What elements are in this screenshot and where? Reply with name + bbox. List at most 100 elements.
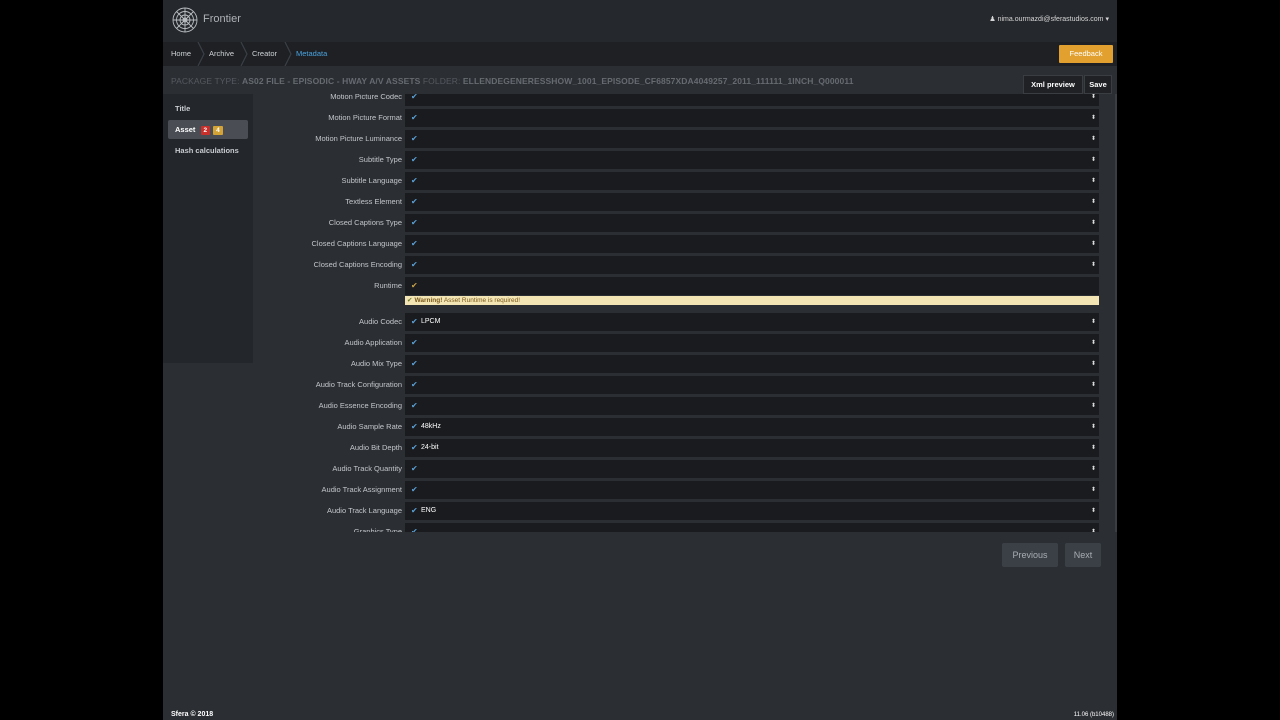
form-row-audio-application: Audio Application ✔ ⬍: [253, 334, 1110, 355]
warning-text: Asset Runtime is required!: [443, 297, 521, 304]
sidebar-item-hash-calculations[interactable]: Hash calculations: [168, 141, 248, 160]
form-row-runtime: Runtime ✔: [253, 277, 1110, 298]
select-arrows-icon: ⬍: [1090, 115, 1096, 121]
motion-picture-luminance-select[interactable]: ✔ ⬍: [405, 130, 1099, 148]
field-label: Audio Track Quantity: [332, 464, 402, 473]
check-icon: ✔: [411, 443, 418, 452]
field-label: Motion Picture Codec: [330, 94, 402, 101]
form-row-graphics-type: Graphics Type ✔ ⬍: [253, 523, 1110, 532]
subtitle-type-select[interactable]: ✔ ⬍: [405, 151, 1099, 169]
xml-preview-button[interactable]: Xml preview: [1023, 75, 1083, 94]
check-icon: ✔: [411, 94, 418, 101]
breadcrumb-creator[interactable]: Creator: [252, 42, 277, 66]
select-arrows-icon: ⬍: [1090, 199, 1096, 205]
copyright: Sfera © 2018: [171, 711, 214, 718]
check-icon: ✔: [411, 401, 418, 410]
select-arrows-icon: ⬍: [1090, 382, 1096, 388]
closed-captions-type-select[interactable]: ✔ ⬍: [405, 214, 1099, 232]
audio-bit-depth-select[interactable]: ✔ 24-bit ⬍: [405, 439, 1099, 457]
closed-captions-language-select[interactable]: ✔ ⬍: [405, 235, 1099, 253]
folder-label: FOLDER:: [422, 76, 461, 86]
field-value: 24-bit: [421, 444, 439, 451]
select-arrows-icon: ⬍: [1090, 319, 1096, 325]
warning-title: Warning!: [414, 297, 443, 304]
check-icon: ✔: [411, 260, 418, 269]
audio-application-select[interactable]: ✔ ⬍: [405, 334, 1099, 352]
check-icon: ✔: [411, 197, 418, 206]
form-row-audio-track-assignment: Audio Track Assignment ✔ ⬍: [253, 481, 1110, 502]
feedback-button[interactable]: Feedback: [1059, 45, 1113, 63]
select-arrows-icon: ⬍: [1090, 262, 1096, 268]
audio-track-quantity-select[interactable]: ✔ ⬍: [405, 460, 1099, 478]
check-icon: ✔: [411, 527, 418, 532]
breadcrumb-separator-icon: [197, 42, 205, 66]
sidebar-item-asset[interactable]: Asset 24: [168, 120, 248, 139]
form-scrollbar[interactable]: [1115, 94, 1117, 532]
field-label: Audio Sample Rate: [337, 422, 402, 431]
check-icon: ✔: [411, 317, 418, 326]
field-label: Audio Mix Type: [350, 359, 402, 368]
audio-track-assignment-select[interactable]: ✔ ⬍: [405, 481, 1099, 499]
check-icon: ✔: [411, 506, 418, 515]
field-label: Audio Application: [344, 338, 402, 347]
runtime-warning: ✔ Warning! Asset Runtime is required!: [405, 296, 1099, 305]
select-arrows-icon: ⬍: [1090, 178, 1096, 184]
breadcrumb-archive[interactable]: Archive: [209, 42, 234, 66]
check-icon: ✔: [411, 464, 418, 473]
package-type-value: AS02 FILE - EPISODIC - HWAY A/V ASSETS: [242, 76, 421, 86]
field-label: Textless Element: [345, 197, 402, 206]
check-icon: ✔: [411, 155, 418, 164]
field-value: LPCM: [421, 318, 441, 325]
audio-track-configuration-select[interactable]: ✔ ⬍: [405, 376, 1099, 394]
select-arrows-icon: ⬍: [1090, 157, 1096, 163]
select-arrows-icon: ⬍: [1090, 94, 1096, 100]
select-arrows-icon: ⬍: [1090, 529, 1096, 532]
runtime-input[interactable]: ✔: [405, 277, 1099, 295]
check-icon: ✔: [411, 134, 418, 143]
audio-codec-select[interactable]: ✔ LPCM ⬍: [405, 313, 1099, 331]
frontier-logo-icon[interactable]: [171, 2, 199, 38]
breadcrumb-metadata[interactable]: Metadata: [296, 42, 327, 66]
sidebar-item-label: Hash calculations: [175, 146, 239, 155]
subtitle-language-select[interactable]: ✔ ⬍: [405, 172, 1099, 190]
breadcrumb-home[interactable]: Home: [171, 42, 191, 66]
next-button[interactable]: Next: [1065, 543, 1101, 567]
breadcrumb: Home Archive Creator Metadata Feedback: [163, 42, 1117, 66]
audio-track-language-select[interactable]: ✔ ENG ⬍: [405, 502, 1099, 520]
check-icon: ✔: [411, 422, 418, 431]
form-row-audio-track-language: Audio Track Language ✔ ENG ⬍: [253, 502, 1110, 523]
select-arrows-icon: ⬍: [1090, 220, 1096, 226]
brand-name: Frontier: [203, 13, 241, 25]
check-icon: ✔: [411, 218, 418, 227]
sidebar-item-label: Asset: [175, 125, 196, 134]
form-row-subtitle-type: Subtitle Type ✔ ⬍: [253, 151, 1110, 172]
motion-picture-codec-select[interactable]: ✔ ⬍: [405, 94, 1099, 106]
previous-button[interactable]: Previous: [1002, 543, 1058, 567]
field-label: Graphics Type: [353, 527, 402, 532]
audio-mix-type-select[interactable]: ✔ ⬍: [405, 355, 1099, 373]
save-button[interactable]: Save: [1084, 75, 1112, 94]
user-menu[interactable]: ♟ nima.ourmazdi@sferastudios.com ▾: [989, 15, 1109, 23]
field-value: 48kHz: [421, 423, 441, 430]
field-label: Audio Track Language: [326, 506, 402, 515]
motion-picture-format-select[interactable]: ✔ ⬍: [405, 109, 1099, 127]
select-arrows-icon: ⬍: [1090, 403, 1096, 409]
form-row-audio-sample-rate: Audio Sample Rate ✔ 48kHz ⬍: [253, 418, 1110, 439]
field-label: Motion Picture Format: [328, 113, 402, 122]
audio-sample-rate-select[interactable]: ✔ 48kHz ⬍: [405, 418, 1099, 436]
select-arrows-icon: ⬍: [1090, 241, 1096, 247]
field-label: Closed Captions Type: [328, 218, 402, 227]
audio-essence-encoding-select[interactable]: ✔ ⬍: [405, 397, 1099, 415]
form-row-motion-picture-codec: Motion Picture Codec ✔ ⬍: [253, 94, 1110, 109]
warning-count-badge: 4: [213, 126, 223, 135]
metadata-form: Motion Picture Codec ✔ ⬍ Motion Picture For…: [253, 94, 1110, 532]
field-label: Audio Codec: [359, 317, 402, 326]
textless-element-select[interactable]: ✔ ⬍: [405, 193, 1099, 211]
sidebar-item-title[interactable]: Title: [168, 99, 248, 118]
graphics-type-select[interactable]: ✔ ⬍: [405, 523, 1099, 532]
person-icon: ♟: [989, 16, 996, 23]
form-row-audio-track-configuration: Audio Track Configuration ✔ ⬍: [253, 376, 1110, 397]
field-value: ENG: [421, 507, 437, 514]
select-arrows-icon: ⬍: [1090, 136, 1096, 142]
closed-captions-encoding-select[interactable]: ✔ ⬍: [405, 256, 1099, 274]
